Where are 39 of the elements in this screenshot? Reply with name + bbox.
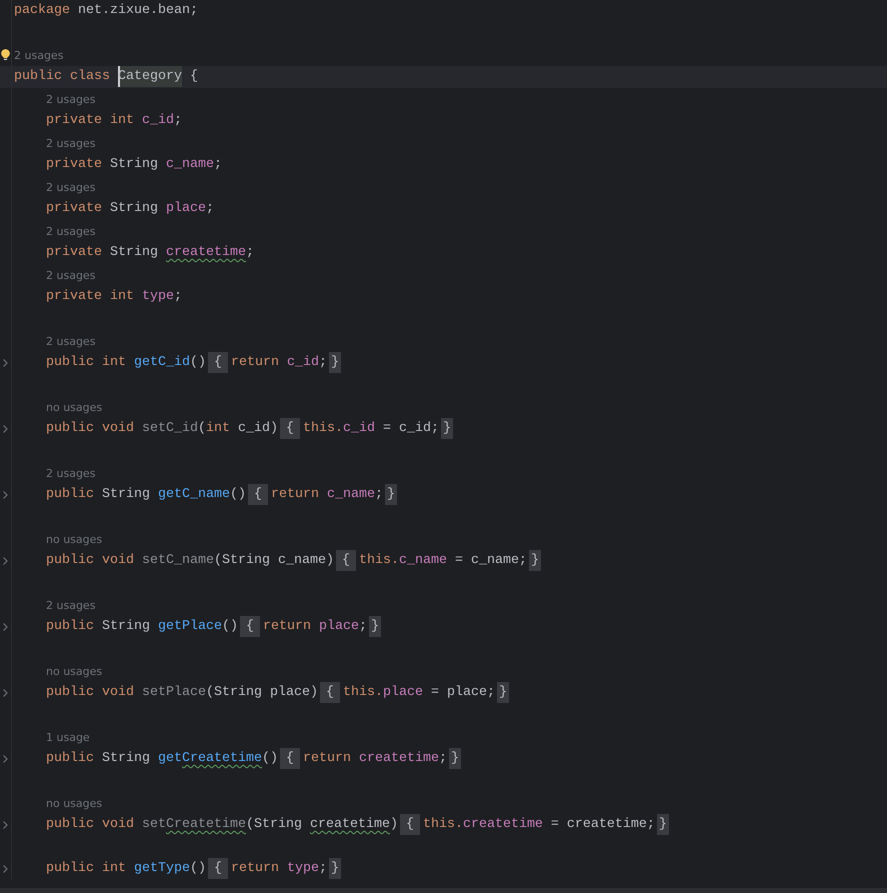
code-line: public int getType() { return type; }	[46, 861, 341, 876]
usage-hint[interactable]: 1 usage	[46, 731, 90, 744]
code-line: public void setC_id(int c_id) { this.c_id = c_id; }	[46, 421, 453, 436]
code-line: public String getPlace() { return place; }	[46, 619, 381, 634]
usage-hint[interactable]: 2 usages	[46, 93, 96, 106]
code-line: private String place;	[46, 201, 214, 216]
usage-hint[interactable]: 2 usages	[46, 225, 96, 238]
expand-icon[interactable]	[3, 557, 8, 565]
lightbulb-icon[interactable]	[1, 49, 10, 60]
expand-icon[interactable]	[3, 623, 8, 631]
expand-icon[interactable]	[3, 425, 8, 433]
code-line: public void setCreatetime(String createtime) { this.createtime = createtime; }	[46, 817, 669, 832]
code-line: public String getC_name() { return c_name; }	[46, 487, 397, 502]
usage-hint[interactable]: no usages	[46, 401, 102, 414]
expand-icon[interactable]	[3, 491, 8, 499]
usage-hint[interactable]: no usages	[46, 665, 102, 678]
code-line: public String getCreatetime() { return createtime; }	[46, 751, 461, 766]
usage-hint[interactable]: no usages	[46, 797, 102, 810]
code-line: public void setC_name(String c_name) { this.c_name = c_name; }	[46, 553, 541, 568]
usage-hint[interactable]: 2 usages	[46, 467, 96, 480]
code-line: private int c_id;	[46, 113, 182, 128]
code-line: package net.zixue.bean;	[14, 3, 198, 18]
expand-icon[interactable]	[3, 689, 8, 697]
code-line: public void setPlace(String place) { this.place = place; }	[46, 685, 509, 700]
usage-hint[interactable]: no usages	[46, 533, 102, 546]
usage-hint[interactable]: 2 usages	[46, 335, 96, 348]
usage-hint[interactable]: 2 usages	[46, 181, 96, 194]
usage-hint[interactable]: 2 usages	[46, 269, 96, 282]
usage-hint[interactable]: 2 usages	[46, 137, 96, 150]
code-line: private int type;	[46, 289, 182, 304]
usage-hint[interactable]: 2 usages	[46, 599, 96, 612]
expand-icon[interactable]	[3, 821, 8, 829]
expand-icon[interactable]	[3, 359, 8, 367]
code-line: public int getC_id() { return c_id; }	[46, 355, 341, 370]
code-line: private String c_name;	[46, 157, 222, 172]
expand-icon[interactable]	[3, 755, 8, 763]
expand-icon[interactable]	[3, 865, 8, 873]
usage-hint[interactable]: 2 usages	[14, 49, 64, 62]
code-line: private String createtime;	[46, 245, 254, 260]
